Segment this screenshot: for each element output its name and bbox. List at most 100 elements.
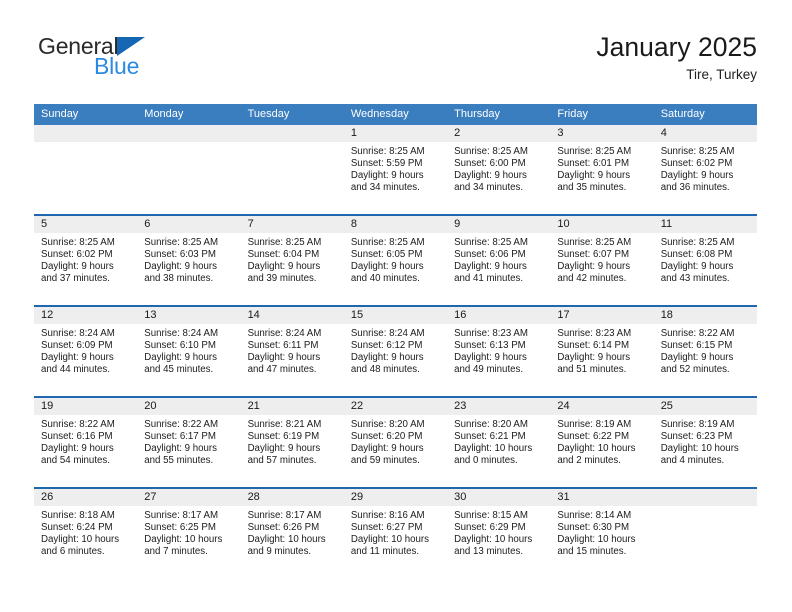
day-cell[interactable]: 23 Sunrise: 8:20 AM Sunset: 6:21 PM Dayligh…	[447, 398, 551, 487]
page-title: January 2025	[596, 32, 757, 62]
daylight-duration-line2: and 9 minutes.	[247, 546, 312, 558]
daylight-duration-line2: and 57 minutes.	[247, 455, 317, 467]
day-cell[interactable]: 17 Sunrise: 8:23 AM Sunset: 6:14 PM Dayligh…	[550, 307, 654, 396]
daylight-duration-line1: Daylight: 9 hours	[247, 443, 321, 455]
day-cell[interactable]: 22 Sunrise: 8:20 AM Sunset: 6:20 PM Dayligh…	[343, 398, 448, 487]
daylight-duration-line1: Daylight: 9 hours	[454, 352, 527, 364]
day-number: 19	[34, 398, 138, 415]
daylight-duration-line2: and 55 minutes.	[144, 455, 214, 467]
day-cell[interactable]: 6 Sunrise: 8:25 AM Sunset: 6:03 PM Daylight…	[137, 216, 241, 305]
day-cell[interactable]: 7 Sunrise: 8:25 AM Sunset: 6:04 PM Daylight…	[240, 216, 344, 305]
day-number: 27	[137, 489, 241, 506]
general-blue-logo[interactable]: General Blue	[38, 34, 238, 90]
weekday-header-thursday: Thursday	[454, 108, 500, 120]
day-cell[interactable]: 21 Sunrise: 8:21 AM Sunset: 6:19 PM Dayligh…	[240, 398, 344, 487]
sunset-time: Sunset: 6:22 PM	[557, 431, 630, 443]
day-cell[interactable]: 5 Sunrise: 8:25 AM Sunset: 6:02 PM Daylight…	[34, 216, 138, 305]
daylight-duration-line2: and 2 minutes.	[557, 455, 621, 467]
day-cell[interactable]: 18 Sunrise: 8:22 AM Sunset: 6:15 PM Dayligh…	[653, 307, 757, 396]
day-cell[interactable]: 14 Sunrise: 8:24 AM Sunset: 6:11 PM Dayligh…	[240, 307, 344, 396]
daylight-duration-line1: Daylight: 10 hours	[557, 534, 636, 546]
day-details: Sunrise: 8:25 AM Sunset: 6:05 PM Daylight:…	[344, 233, 447, 285]
sunrise-time: Sunrise: 8:22 AM	[144, 419, 219, 430]
day-cell[interactable]: 25 Sunrise: 8:19 AM Sunset: 6:23 PM Dayligh…	[653, 398, 757, 487]
sunset-time: Sunset: 6:06 PM	[454, 249, 526, 261]
daylight-duration-line2: and 38 minutes.	[144, 273, 214, 285]
sunrise-time: Sunrise: 8:25 AM	[454, 237, 528, 248]
day-cell[interactable]: 8 Sunrise: 8:25 AM Sunset: 6:05 PM Daylight…	[343, 216, 448, 305]
day-cell[interactable]: 20 Sunrise: 8:22 AM Sunset: 6:17 PM Dayligh…	[137, 398, 241, 487]
day-cell[interactable]: 3 Sunrise: 8:25 AM Sunset: 6:01 PM Daylight…	[550, 125, 654, 214]
sunset-time: Sunset: 6:25 PM	[144, 522, 216, 534]
day-number: 17	[550, 307, 654, 324]
day-details: Sunrise: 8:24 AM Sunset: 6:11 PM Daylight:…	[241, 324, 344, 376]
daylight-duration-line2: and 34 minutes.	[350, 182, 420, 194]
day-cell[interactable]: 11 Sunrise: 8:25 AM Sunset: 6:08 PM Dayligh…	[653, 216, 757, 305]
weekday-header-wednesday: Wednesday	[350, 108, 409, 120]
day-cell[interactable]: 16 Sunrise: 8:23 AM Sunset: 6:13 PM Dayligh…	[447, 307, 551, 396]
day-number	[653, 489, 757, 506]
weekday-header-row: Sunday Monday Tuesday Wednesday Thursday Frid…	[34, 104, 757, 125]
day-cell[interactable]: 27 Sunrise: 8:17 AM Sunset: 6:25 PM Dayligh…	[137, 489, 241, 578]
weekday-header-saturday: Saturday	[660, 108, 705, 120]
sunrise-time: Sunrise: 8:24 AM	[144, 328, 219, 339]
calendar-page: General Blue January 2025 Tire, Turkey S…	[0, 0, 792, 612]
week-row: 19 Sunrise: 8:22 AM Sunset: 6:16 PM Dayligh…	[34, 396, 757, 487]
day-cell[interactable]: 15 Sunrise: 8:24 AM Sunset: 6:12 PM Dayligh…	[343, 307, 448, 396]
sunrise-time: Sunrise: 8:17 AM	[144, 510, 219, 521]
daylight-duration-line2: and 59 minutes.	[350, 455, 420, 467]
day-cell[interactable]: 26 Sunrise: 8:18 AM Sunset: 6:24 PM Dayligh…	[34, 489, 138, 578]
day-cell[interactable]: 28 Sunrise: 8:17 AM Sunset: 6:26 PM Dayligh…	[240, 489, 344, 578]
day-details: Sunrise: 8:25 AM Sunset: 6:04 PM Daylight:…	[241, 233, 344, 285]
day-details: Sunrise: 8:24 AM Sunset: 6:09 PM Daylight:…	[34, 324, 137, 376]
day-number: 1	[343, 125, 448, 142]
daylight-duration-line1: Daylight: 9 hours	[247, 352, 321, 364]
day-cell[interactable]: 31 Sunrise: 8:14 AM Sunset: 6:30 PM Dayligh…	[550, 489, 654, 578]
day-number: 23	[447, 398, 551, 415]
sunset-time: Sunset: 6:10 PM	[144, 340, 216, 352]
day-details: Sunrise: 8:20 AM Sunset: 6:20 PM Daylight:…	[344, 415, 447, 467]
daylight-duration-line1: Daylight: 9 hours	[144, 352, 217, 364]
day-cell[interactable]: 24 Sunrise: 8:19 AM Sunset: 6:22 PM Dayligh…	[550, 398, 654, 487]
daylight-duration-line1: Daylight: 9 hours	[144, 443, 217, 455]
day-cell[interactable]: 30 Sunrise: 8:15 AM Sunset: 6:29 PM Dayligh…	[447, 489, 551, 578]
day-details: Sunrise: 8:21 AM Sunset: 6:19 PM Daylight:…	[241, 415, 344, 467]
day-cell[interactable]: 13 Sunrise: 8:24 AM Sunset: 6:10 PM Dayligh…	[137, 307, 241, 396]
day-cell[interactable]: 19 Sunrise: 8:22 AM Sunset: 6:16 PM Dayligh…	[34, 398, 138, 487]
daylight-duration-line2: and 11 minutes.	[350, 546, 420, 558]
sunrise-time: Sunrise: 8:20 AM	[350, 419, 425, 430]
calendar-grid: Sunday Monday Tuesday Wednesday Thursday Frid…	[34, 104, 757, 578]
day-details: Sunrise: 8:17 AM Sunset: 6:25 PM Daylight:…	[137, 506, 240, 558]
day-number: 30	[447, 489, 551, 506]
sunrise-time: Sunrise: 8:21 AM	[247, 419, 322, 430]
day-cell[interactable]: 29 Sunrise: 8:16 AM Sunset: 6:27 PM Dayligh…	[343, 489, 448, 578]
day-cell-empty	[653, 489, 757, 578]
daylight-duration-line1: Daylight: 9 hours	[350, 352, 424, 364]
daylight-duration-line2: and 52 minutes.	[660, 364, 730, 376]
day-number: 29	[343, 489, 448, 506]
day-details: Sunrise: 8:25 AM Sunset: 6:03 PM Daylight:…	[137, 233, 240, 285]
day-number: 3	[550, 125, 654, 142]
page-header: General Blue January 2025 Tire, Turkey	[34, 30, 757, 96]
day-cell[interactable]: 10 Sunrise: 8:25 AM Sunset: 6:07 PM Dayligh…	[550, 216, 654, 305]
day-cell[interactable]: 12 Sunrise: 8:24 AM Sunset: 6:09 PM Dayligh…	[34, 307, 138, 396]
day-number: 2	[447, 125, 551, 142]
day-number: 7	[240, 216, 344, 233]
day-number: 14	[240, 307, 344, 324]
daylight-duration-line1: Daylight: 9 hours	[660, 261, 734, 273]
day-cell[interactable]: 2 Sunrise: 8:25 AM Sunset: 6:00 PM Daylight…	[447, 125, 551, 214]
day-cell[interactable]: 1 Sunrise: 8:25 AM Sunset: 5:59 PM Daylight…	[343, 125, 448, 214]
day-cell[interactable]: 9 Sunrise: 8:25 AM Sunset: 6:06 PM Daylight…	[447, 216, 551, 305]
daylight-duration-line1: Daylight: 9 hours	[660, 170, 734, 182]
sunrise-time: Sunrise: 8:22 AM	[41, 419, 115, 430]
day-cell[interactable]: 4 Sunrise: 8:25 AM Sunset: 6:02 PM Daylight…	[653, 125, 757, 214]
sunset-time: Sunset: 6:11 PM	[247, 340, 319, 352]
sunset-time: Sunset: 6:08 PM	[660, 249, 733, 261]
sunset-time: Sunset: 6:07 PM	[557, 249, 630, 261]
sunset-time: Sunset: 6:26 PM	[247, 522, 320, 534]
day-cell-empty	[137, 125, 241, 214]
day-number: 16	[447, 307, 551, 324]
sunset-time: Sunset: 6:21 PM	[454, 431, 526, 443]
day-number: 22	[343, 398, 448, 415]
day-details: Sunrise: 8:25 AM Sunset: 5:59 PM Daylight:…	[344, 142, 447, 194]
